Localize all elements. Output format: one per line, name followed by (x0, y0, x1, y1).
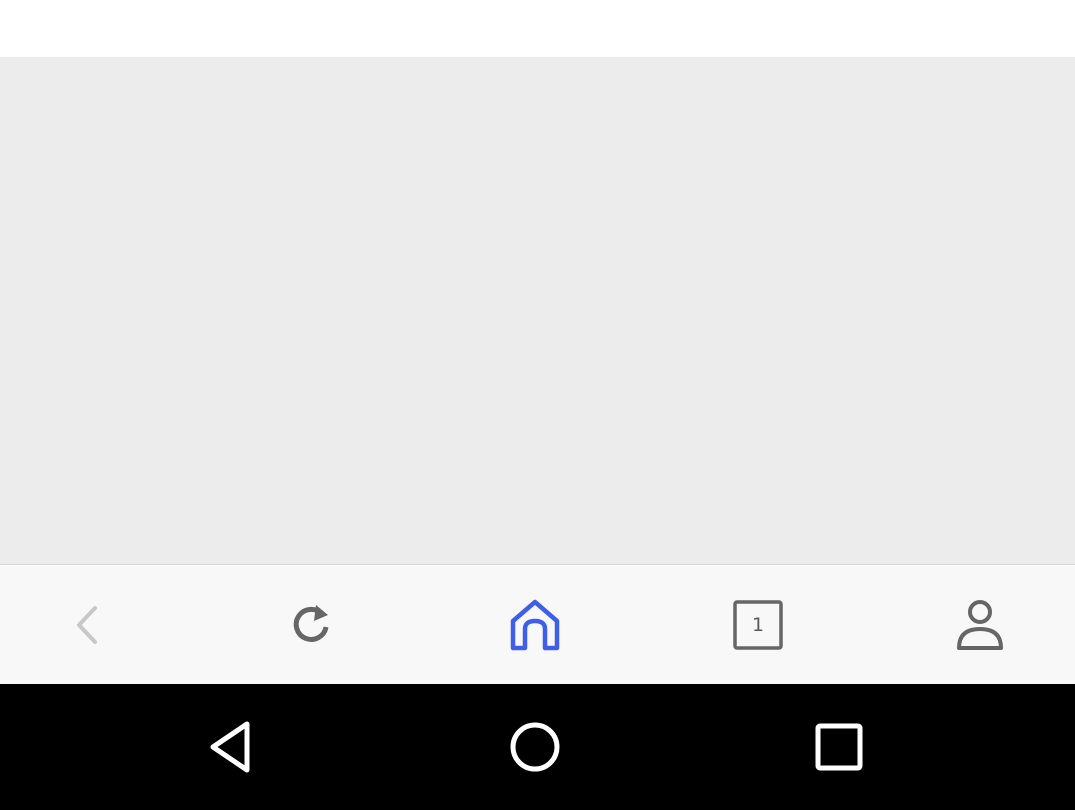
chevron-left-icon (77, 606, 97, 644)
home-button[interactable] (485, 566, 585, 684)
profile-icon (957, 600, 1003, 650)
home-icon (510, 599, 560, 651)
page-content-area (0, 57, 1075, 565)
system-home-button[interactable] (480, 684, 590, 810)
recents-square-icon (815, 723, 863, 771)
browser-bottom-toolbar: 1 (0, 566, 1075, 684)
back-button[interactable] (38, 566, 138, 684)
tabs-icon: 1 (732, 599, 784, 651)
system-back-button[interactable] (176, 684, 286, 810)
system-recents-button[interactable] (784, 684, 894, 810)
reload-icon (293, 605, 329, 642)
android-system-navigation-bar (0, 684, 1075, 810)
home-circle-icon (510, 722, 560, 772)
top-bar (0, 0, 1075, 57)
tabs-button[interactable]: 1 (708, 566, 808, 684)
reload-button[interactable] (262, 566, 362, 684)
back-triangle-icon (210, 721, 250, 773)
profile-button[interactable] (930, 566, 1030, 684)
tab-count: 1 (751, 614, 765, 636)
